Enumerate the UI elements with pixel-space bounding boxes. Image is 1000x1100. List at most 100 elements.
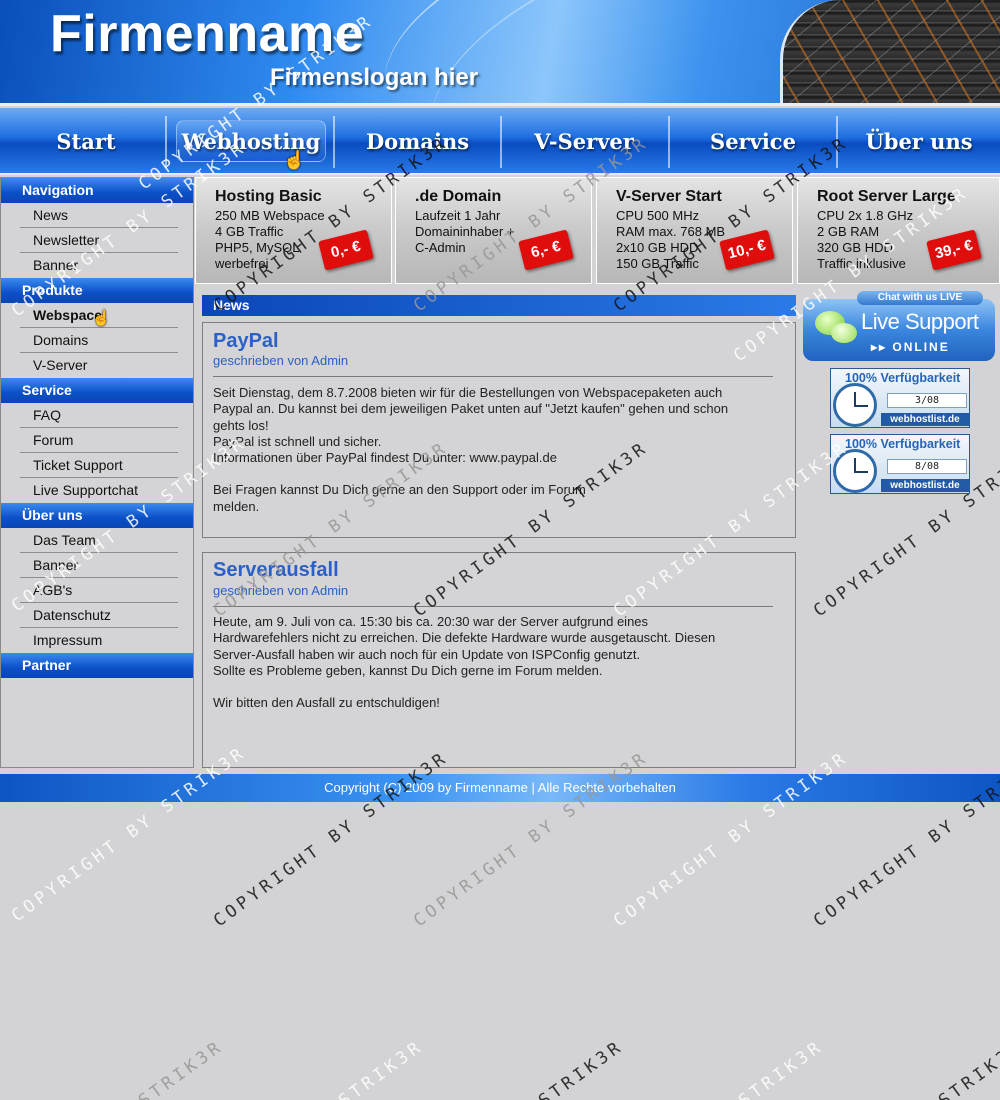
news-post-body: Seit Dienstag, dem 8.7.2008 bieten wir f… bbox=[213, 385, 781, 515]
sidebar-heading-navigation[interactable]: Navigation bbox=[1, 178, 193, 203]
product-feature: 150 GB Traffic bbox=[616, 256, 699, 271]
news-heading: News bbox=[202, 295, 796, 316]
badge-period: 3/08 bbox=[887, 393, 967, 408]
clock-icon bbox=[833, 383, 877, 427]
sidebar-item-banner[interactable]: Banner bbox=[20, 253, 178, 278]
badge-period: 8/08 bbox=[887, 459, 967, 474]
news-post-title[interactable]: Serverausfall bbox=[213, 559, 339, 582]
news-post-title[interactable]: PayPal bbox=[213, 330, 279, 353]
product-title: Hosting Basic bbox=[215, 188, 322, 205]
product-hosting-basic[interactable]: Hosting Basic 250 MB Webspace 4 GB Traff… bbox=[195, 177, 392, 284]
sidebar-item-ticket-support[interactable]: Ticket Support bbox=[20, 453, 178, 478]
sidebar-item-banner[interactable]: Banner bbox=[20, 553, 178, 578]
live-support-button[interactable]: Chat with us LIVE Live Support ▸▸ ONLINE bbox=[803, 291, 995, 361]
sidebar-heading-produkte[interactable]: Produkte bbox=[1, 278, 193, 303]
watermark: STRIK3R bbox=[335, 1036, 428, 1100]
product-title: Root Server Large bbox=[817, 188, 956, 205]
nav-divider bbox=[500, 116, 502, 168]
site-slogan: Firmenslogan hier bbox=[270, 64, 479, 91]
badge-site: webhostlist.de bbox=[881, 479, 969, 492]
sidebar-item-agbs[interactable]: AGB's bbox=[20, 578, 178, 603]
sidebar-item-impressum[interactable]: Impressum bbox=[20, 628, 178, 653]
news-text-line: Paypal an. Du kannst bei dem jeweiligen … bbox=[213, 401, 729, 417]
main-navigation: Start Webhosting Domains V-Server Servic… bbox=[0, 108, 1000, 175]
news-post-paypal: PayPal geschrieben von Admin Seit Dienst… bbox=[202, 322, 796, 538]
product-feature: 2x10 GB HDD bbox=[616, 240, 699, 255]
sidebar-section-service: Service FAQ Forum Ticket Support Live Su… bbox=[1, 378, 193, 503]
sidebar-item-das-team[interactable]: Das Team bbox=[20, 528, 178, 553]
news-text-line: PayPal ist schnell und sicher. bbox=[213, 433, 382, 449]
product-feature: C-Admin bbox=[415, 240, 466, 255]
sidebar-item-vserver[interactable]: V-Server bbox=[20, 353, 178, 378]
nav-service[interactable]: Service bbox=[680, 108, 826, 175]
availability-badge[interactable]: 100% Verfügbarkeit 8/08 webhostlist.de bbox=[830, 434, 970, 494]
product-feature: 4 GB Traffic bbox=[215, 224, 284, 239]
nav-divider bbox=[668, 116, 670, 168]
sidebar-section-partner: Partner bbox=[1, 653, 193, 678]
live-support-status: ▸▸ ONLINE bbox=[871, 340, 950, 354]
product-vserver-start[interactable]: V-Server Start CPU 500 MHz RAM max. 768 … bbox=[596, 177, 793, 284]
news-post-body: Heute, am 9. Juli von ca. 15:30 bis ca. … bbox=[213, 614, 781, 711]
watermark: STRIK3R bbox=[135, 1036, 228, 1100]
badge-site: webhostlist.de bbox=[881, 413, 969, 426]
server-rack-image bbox=[780, 0, 1000, 103]
price-tag: 6,- € bbox=[518, 229, 574, 271]
site-title[interactable]: Firmenname bbox=[50, 4, 364, 64]
badge-title: 100% Verfügbarkeit bbox=[845, 371, 961, 385]
product-feature: CPU 500 MHz bbox=[616, 208, 700, 223]
sidebar-item-webspace[interactable]: Webspace ☝ bbox=[20, 303, 178, 328]
news-text-line: melden. bbox=[213, 498, 260, 514]
sidebar-item-newsletter[interactable]: Newsletter bbox=[20, 228, 178, 253]
nav-vserver[interactable]: V-Server bbox=[510, 108, 658, 175]
footer: Copyright (C) 2009 by Firmenname | Alle … bbox=[0, 774, 1000, 802]
sidebar-item-faq[interactable]: FAQ bbox=[20, 403, 178, 428]
product-root-server-large[interactable]: Root Server Large CPU 2x 1.8 GHz 2 GB RA… bbox=[797, 177, 1000, 284]
sidebar-heading-service[interactable]: Service bbox=[1, 378, 193, 403]
news-text-line: Heute, am 9. Juli von ca. 15:30 bis ca. … bbox=[213, 614, 649, 629]
hand-cursor-icon: ☝ bbox=[92, 310, 111, 327]
sidebar-item-forum[interactable]: Forum bbox=[20, 428, 178, 453]
watermark: STRIK3R bbox=[535, 1036, 628, 1100]
price-tag: 10,- € bbox=[719, 229, 775, 271]
news-text-line bbox=[213, 466, 781, 482]
sidebar: Navigation News Newsletter Banner Produk… bbox=[0, 177, 194, 768]
clock-icon bbox=[833, 449, 877, 493]
watermark: COPYRIGHT BY STRIK3R bbox=[8, 742, 251, 927]
badge-title: 100% Verfügbarkeit bbox=[845, 437, 961, 451]
news-text-line: Seit Dienstag, dem 8.7.2008 bieten wir f… bbox=[213, 385, 723, 400]
watermark: STRIK3R bbox=[935, 1036, 1000, 1100]
nav-domains[interactable]: Domains bbox=[345, 108, 490, 175]
sidebar-section-produkte: Produkte Webspace ☝ Domains V-Server bbox=[1, 278, 193, 378]
sidebar-item-domains[interactable]: Domains bbox=[20, 328, 178, 353]
sidebar-section-ueber-uns: Über uns Das Team Banner AGB's Datenschu… bbox=[1, 503, 193, 653]
divider bbox=[213, 606, 773, 607]
news-text-line: gehts los! bbox=[213, 417, 269, 433]
availability-badge[interactable]: 100% Verfügbarkeit 3/08 webhostlist.de bbox=[830, 368, 970, 428]
sidebar-item-live-supportchat[interactable]: Live Supportchat bbox=[20, 478, 178, 503]
price-tag: 39,- € bbox=[926, 229, 982, 271]
product-feature: PHP5, MySQL bbox=[215, 240, 300, 255]
price-tag: 0,- € bbox=[318, 229, 374, 271]
sidebar-heading-partner[interactable]: Partner bbox=[1, 653, 193, 678]
product-feature: Traffic inklusive bbox=[817, 256, 906, 271]
nav-divider bbox=[333, 116, 335, 168]
sidebar-item-datenschutz[interactable]: Datenschutz bbox=[20, 603, 178, 628]
sidebar-item-news[interactable]: News bbox=[20, 203, 178, 228]
product-feature: CPU 2x 1.8 GHz bbox=[817, 208, 914, 223]
sidebar-heading-ueber-uns[interactable]: Über uns bbox=[1, 503, 193, 528]
product-feature: 250 MB Webspace bbox=[215, 208, 325, 223]
nav-divider bbox=[165, 116, 167, 168]
product-feature: Laufzeit 1 Jahr bbox=[415, 208, 501, 223]
news-text-line: Bei Fragen kannst Du Dich gerne an den S… bbox=[213, 482, 586, 498]
news-text-line: Informationen über PayPal findest Du unt… bbox=[213, 450, 557, 466]
nav-ueber-uns[interactable]: Über uns bbox=[848, 108, 990, 175]
nav-start[interactable]: Start bbox=[22, 108, 150, 175]
page: Firmenname Firmenslogan hier Start Webho… bbox=[0, 0, 1000, 1100]
divider bbox=[213, 376, 773, 377]
news-text-line: Wir bitten den Ausfall zu entschuldigen! bbox=[213, 695, 440, 711]
header-banner: Firmenname Firmenslogan hier bbox=[0, 0, 1000, 106]
live-support-label: Live Support bbox=[861, 309, 979, 334]
news-post-serverausfall: Serverausfall geschrieben von Admin Heut… bbox=[202, 552, 796, 768]
product-feature: RAM max. 768 MB bbox=[616, 224, 726, 239]
product-de-domain[interactable]: .de Domain Laufzeit 1 Jahr Domaininhaber… bbox=[395, 177, 592, 284]
